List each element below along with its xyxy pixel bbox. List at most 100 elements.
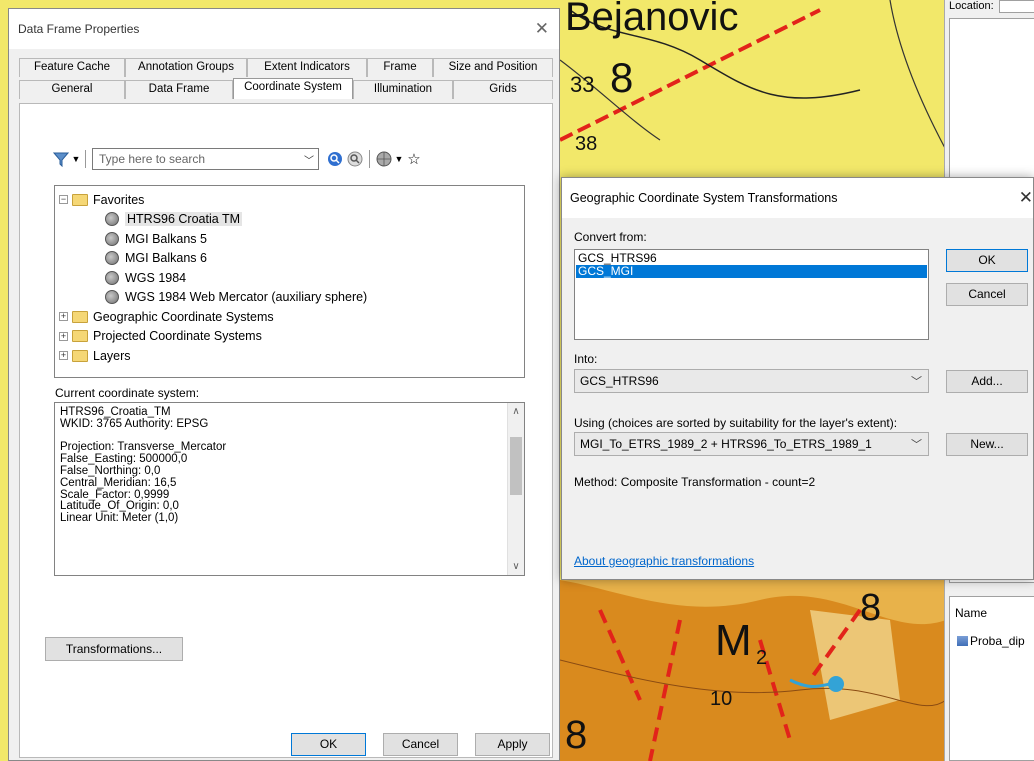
tree-node-geographic[interactable]: + Geographic Coordinate Systems: [59, 307, 524, 327]
chevron-down-icon[interactable]: ﹀: [911, 373, 922, 389]
tab-row-2: General Data Frame Coordinate System Ill…: [19, 78, 553, 99]
globe-icon: [105, 231, 119, 246]
detail-line: Linear Unit: Meter (1,0): [60, 512, 179, 525]
close-icon[interactable]: ✕: [1019, 188, 1033, 208]
tree-item-label: MGI Balkans 6: [125, 251, 207, 266]
using-value: MGI_To_ETRS_1989_2 + HTRS96_To_ETRS_1989…: [580, 437, 872, 451]
vertical-scrollbar[interactable]: ∧ ∨: [507, 403, 524, 575]
about-transformations-link[interactable]: About geographic transformations: [574, 554, 754, 568]
tab-frame[interactable]: Frame: [367, 58, 433, 77]
expand-icon[interactable]: +: [59, 331, 68, 341]
dialog-title: Geographic Coordinate System Transformat…: [570, 191, 838, 205]
detail-line: WKID: 3765 Authority: EPSG: [60, 417, 209, 430]
map-number-38: 38: [575, 133, 597, 155]
using-label: Using (choices are sorted by suitability…: [574, 416, 898, 430]
convert-from-list[interactable]: GCS_HTRS96 GCS_MGI: [574, 249, 929, 340]
filter-icon[interactable]: [51, 149, 71, 169]
name-column-header[interactable]: Name: [955, 606, 987, 620]
scroll-down-icon[interactable]: ∨: [508, 558, 524, 575]
map-label-m-sub: 2: [756, 647, 767, 669]
new-button[interactable]: New...: [946, 433, 1028, 456]
tree-node-layers[interactable]: + Layers: [59, 346, 524, 366]
tab-annotation-groups[interactable]: Annotation Groups: [125, 58, 247, 77]
list-item-selected[interactable]: GCS_MGI: [576, 265, 927, 278]
tree-item-mgi-balkans-6[interactable]: MGI Balkans 6: [59, 249, 524, 269]
tab-illumination[interactable]: Illumination: [353, 80, 453, 99]
tree-node-projected[interactable]: + Projected Coordinate Systems: [59, 327, 524, 347]
expand-icon[interactable]: +: [59, 312, 68, 322]
into-label: Into:: [574, 352, 598, 366]
current-coordinate-system-label: Current coordinate system:: [55, 386, 200, 400]
tree-node-favorites[interactable]: − Favorites: [59, 190, 524, 210]
toolbar-separator: [369, 150, 370, 168]
tab-extent-indicators[interactable]: Extent Indicators: [247, 58, 367, 77]
tree-item-mgi-balkans-5[interactable]: MGI Balkans 5: [59, 229, 524, 249]
cancel-button[interactable]: Cancel: [383, 733, 458, 756]
scroll-thumb[interactable]: [510, 437, 522, 495]
chevron-down-icon[interactable]: ﹀: [304, 152, 314, 167]
toolbar-separator: [85, 150, 86, 168]
add-coordinate-system-globe-icon[interactable]: [374, 149, 394, 169]
tree-item-wgs-1984[interactable]: WGS 1984: [59, 268, 524, 288]
clear-search-icon[interactable]: [345, 149, 365, 169]
geographic-transformations-dialog: Geographic Coordinate System Transformat…: [561, 177, 1034, 580]
tab-size-and-position[interactable]: Size and Position: [433, 58, 553, 77]
map-number-10: 10: [710, 688, 732, 710]
coordinate-system-tree[interactable]: − Favorites HTRS96 Croatia TM MGI Balkan…: [54, 185, 525, 378]
add-button[interactable]: Add...: [946, 370, 1028, 393]
tree-item-wgs-1984-web-mercator[interactable]: WGS 1984 Web Mercator (auxiliary sphere): [59, 288, 524, 308]
expand-icon[interactable]: +: [59, 351, 68, 361]
apply-button[interactable]: Apply: [475, 733, 550, 756]
location-label: Location:: [949, 0, 994, 12]
tab-feature-cache[interactable]: Feature Cache: [19, 58, 125, 77]
map-number-8c: 8: [565, 713, 587, 757]
tree-item-label: MGI Balkans 5: [125, 231, 207, 246]
method-text: Method: Composite Transformation - count…: [574, 475, 816, 489]
convert-from-label: Convert from:: [574, 230, 647, 244]
tab-data-frame[interactable]: Data Frame: [125, 80, 233, 99]
ok-button[interactable]: OK: [946, 249, 1028, 272]
contents-list[interactable]: [949, 596, 1034, 761]
transformations-button[interactable]: Transformations...: [45, 637, 183, 661]
chevron-down-icon[interactable]: ﹀: [911, 436, 922, 452]
scroll-up-icon[interactable]: ∧: [508, 403, 524, 420]
tab-coordinate-system[interactable]: Coordinate System: [233, 78, 353, 99]
search-icon[interactable]: [325, 149, 345, 169]
globe-icon: [105, 270, 119, 285]
search-toolbar: ▼ Type here to search ﹀ ▼ ☆: [51, 147, 424, 171]
tab-grids[interactable]: Grids: [453, 80, 553, 99]
add-to-favorites-star-icon[interactable]: ☆: [404, 149, 424, 169]
cancel-button[interactable]: Cancel: [946, 283, 1028, 306]
coordinate-system-text: HTRS96_Croatia_TM WKID: 3765 Authority: …: [60, 406, 226, 525]
detail-line: Central_Meridian: 16,5: [60, 476, 177, 489]
folder-icon: [72, 310, 88, 323]
search-placeholder: Type here to search: [99, 152, 206, 166]
chevron-down-icon[interactable]: ▼: [394, 149, 404, 169]
layer-item[interactable]: Proba_dip: [957, 634, 1025, 648]
tree-node-label: Projected Coordinate Systems: [93, 329, 262, 344]
folder-icon: [72, 330, 88, 343]
location-input[interactable]: [999, 0, 1034, 13]
dialog-titlebar[interactable]: Data Frame Properties: [9, 9, 559, 49]
dialog-title: Data Frame Properties: [18, 22, 140, 36]
globe-icon: [105, 251, 119, 266]
ok-button[interactable]: OK: [291, 733, 366, 756]
dialog-titlebar[interactable]: Geographic Coordinate System Transformat…: [562, 178, 1033, 218]
map-place-label: Bejanovic: [565, 0, 738, 39]
tree-node-label: Geographic Coordinate Systems: [93, 309, 274, 324]
tree-item-label: WGS 1984 Web Mercator (auxiliary sphere): [125, 290, 368, 305]
tree-item-htrs96[interactable]: HTRS96 Croatia TM: [59, 210, 524, 230]
tree-node-label: Favorites: [93, 192, 145, 207]
close-icon[interactable]: ✕: [535, 19, 549, 39]
map-label-m: M: [715, 616, 752, 665]
search-input[interactable]: Type here to search ﹀: [92, 148, 319, 170]
tab-general[interactable]: General: [19, 80, 125, 99]
map-number-8a: 8: [610, 54, 633, 101]
tree-item-label: WGS 1984: [125, 270, 187, 285]
chevron-down-icon[interactable]: ▼: [71, 149, 81, 169]
collapse-icon[interactable]: −: [59, 195, 68, 205]
using-select[interactable]: MGI_To_ETRS_1989_2 + HTRS96_To_ETRS_1989…: [574, 432, 929, 456]
globe-icon: [105, 290, 119, 305]
current-coordinate-system-details[interactable]: HTRS96_Croatia_TM WKID: 3765 Authority: …: [54, 402, 525, 576]
into-select[interactable]: GCS_HTRS96 ﹀: [574, 369, 929, 393]
